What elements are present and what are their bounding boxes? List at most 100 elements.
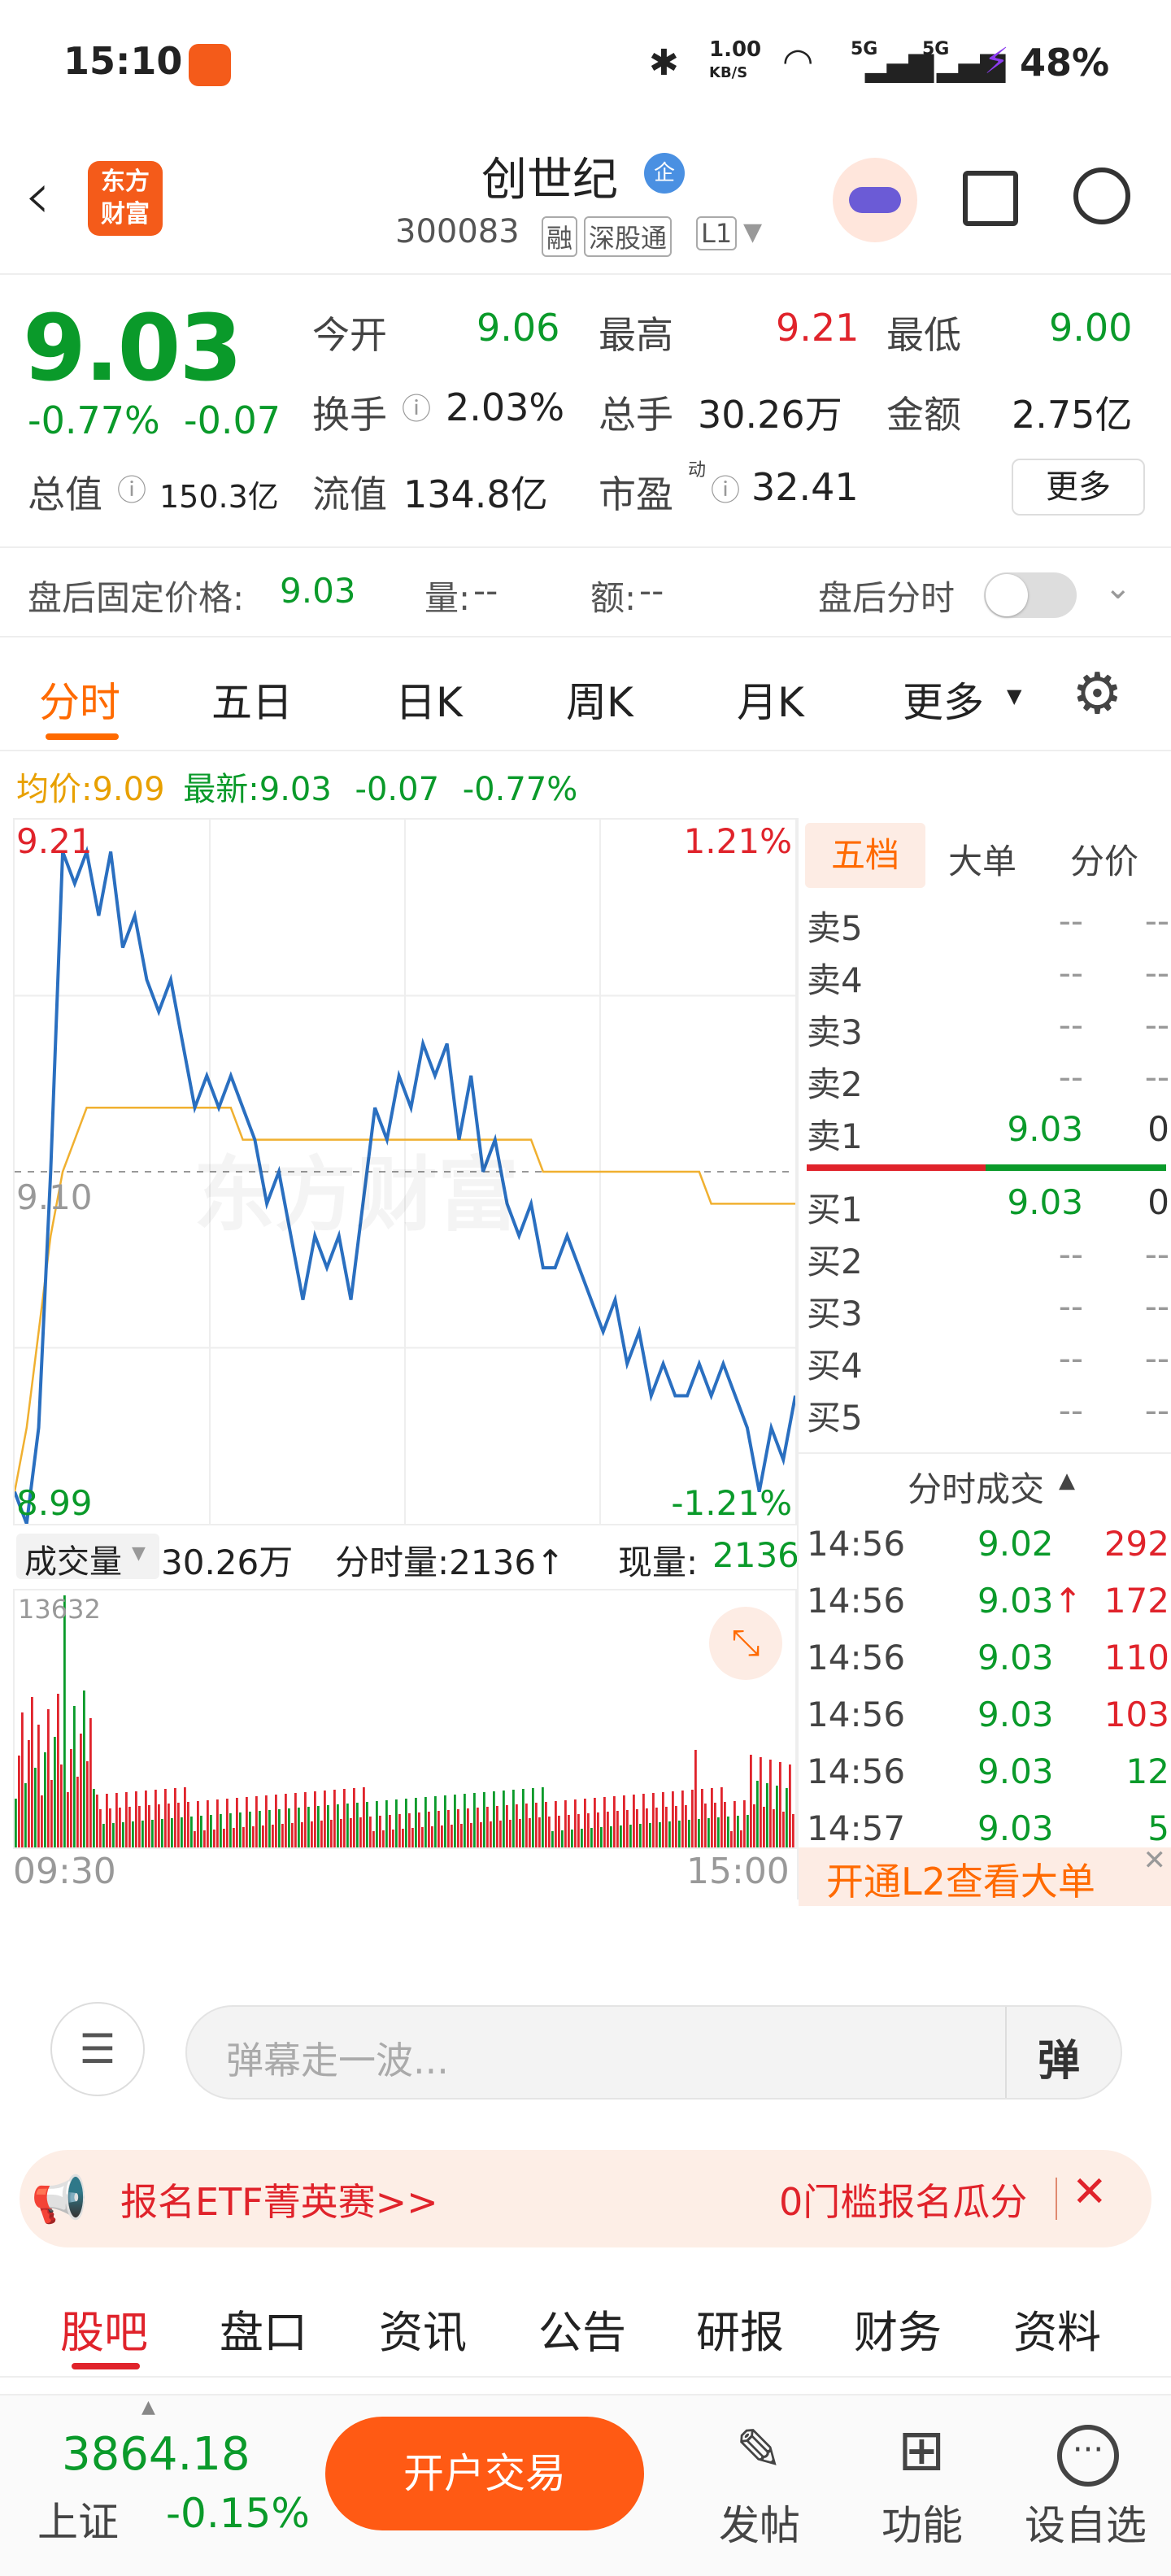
bid-row[interactable]: 买2 -- -- bbox=[799, 1229, 1171, 1281]
open-account-button[interactable]: 开户交易 bbox=[325, 2417, 644, 2530]
tab-price-dist[interactable]: 分价 bbox=[1070, 834, 1138, 884]
more-button[interactable]: 更多 bbox=[1012, 459, 1145, 516]
chevron-down-icon[interactable]: ⌄ bbox=[1104, 569, 1132, 607]
volume-bar bbox=[398, 1814, 401, 1847]
volume-bar bbox=[106, 1794, 108, 1847]
chart-tabs: 分时 五日 日K 周K 月K 更多 ▼ ⚙ bbox=[0, 637, 1171, 751]
edit-icon[interactable]: ✎ bbox=[735, 2417, 783, 2483]
ask-row[interactable]: 卖3 -- -- bbox=[799, 1000, 1171, 1052]
tab-forum[interactable]: 股吧 bbox=[60, 2296, 148, 2361]
ask-row[interactable]: 卖5 -- -- bbox=[799, 896, 1171, 948]
tab-daily-k[interactable]: 日K bbox=[395, 670, 463, 729]
post-button[interactable]: 发帖 bbox=[719, 2493, 800, 2552]
after-hours-toggle[interactable] bbox=[984, 572, 1077, 618]
bid-row[interactable]: 买4 -- -- bbox=[799, 1334, 1171, 1386]
volume-bar bbox=[320, 1821, 323, 1847]
trades-header[interactable]: 分时成交 bbox=[908, 1462, 1044, 1512]
danmu-input-box: 弹幕走一波... 弹 bbox=[185, 2005, 1122, 2100]
volume-bar bbox=[691, 1790, 694, 1847]
volume-bar bbox=[330, 1820, 333, 1847]
gear-icon[interactable]: ⚙ bbox=[1072, 660, 1123, 727]
info-icon[interactable]: ⓘ bbox=[117, 467, 146, 509]
volume-bar bbox=[769, 1760, 772, 1847]
tab-news[interactable]: 资讯 bbox=[379, 2296, 467, 2361]
tick-volume: 分时量:2136↑ bbox=[335, 1543, 565, 1582]
close-icon[interactable]: ✕ bbox=[1072, 2168, 1108, 2217]
info-icon[interactable]: ⓘ bbox=[402, 385, 431, 428]
danmu-input[interactable]: 弹幕走一波... bbox=[226, 2031, 449, 2085]
bid-row[interactable]: 买1 9.03 0 bbox=[799, 1177, 1171, 1229]
chevron-down-icon[interactable]: ▼ bbox=[743, 218, 762, 246]
volume-bar bbox=[581, 1829, 583, 1847]
close-icon[interactable]: ✕ bbox=[1143, 1844, 1167, 1877]
volume-bar bbox=[158, 1804, 160, 1847]
after-hours-amt: -- bbox=[639, 571, 664, 611]
volume-chart-frame[interactable]: 13632 ⤡ bbox=[13, 1589, 797, 1849]
volume-bar bbox=[67, 1792, 69, 1847]
volume-bar bbox=[496, 1806, 498, 1847]
tab-intraday[interactable]: 分时 bbox=[39, 670, 120, 729]
index-value[interactable]: 3864.18 bbox=[62, 2428, 250, 2481]
signal-icon-1: ▂▄▆ bbox=[865, 46, 934, 83]
volume-bar bbox=[343, 1789, 346, 1847]
volume-bar bbox=[493, 1791, 495, 1847]
ask-row[interactable]: 卖1 9.03 0 bbox=[799, 1104, 1171, 1156]
ask-row[interactable]: 卖4 -- -- bbox=[799, 948, 1171, 1000]
tab-weekly-k[interactable]: 周K bbox=[566, 670, 633, 729]
y-axis-bottom: 8.99 bbox=[16, 1483, 93, 1523]
volume-bar bbox=[460, 1824, 463, 1847]
expand-icon[interactable]: ⤡ bbox=[709, 1607, 782, 1680]
divider bbox=[799, 1452, 1171, 1454]
bid-price: 9.03 bbox=[1007, 1182, 1083, 1222]
tab-profile[interactable]: 资料 bbox=[1013, 2296, 1101, 2361]
brand-logo[interactable]: 东方 财富 bbox=[88, 161, 163, 236]
tab-monthly-k[interactable]: 月K bbox=[737, 670, 804, 729]
volume-bar bbox=[626, 1810, 629, 1847]
back-icon[interactable]: ‹ bbox=[24, 158, 50, 233]
volume-bar bbox=[21, 1712, 24, 1847]
tab-five-day[interactable]: 五日 bbox=[211, 670, 293, 729]
bid-row[interactable]: 买5 -- -- bbox=[799, 1386, 1171, 1438]
bid-volume: 0 bbox=[1147, 1182, 1169, 1222]
l2-banner[interactable]: 开通L2查看大单 ✕ bbox=[799, 1844, 1171, 1906]
tab-financials[interactable]: 财务 bbox=[854, 2296, 942, 2361]
volume-bar bbox=[369, 1817, 372, 1847]
tab-five-levels[interactable]: 五档 bbox=[805, 823, 925, 888]
promo-banner[interactable]: 📢 报名ETF菁英赛>> 0门槛报名瓜分 ✕ bbox=[20, 2150, 1151, 2247]
volume-label: 成交量 bbox=[24, 1543, 122, 1581]
search-icon[interactable] bbox=[1073, 168, 1130, 224]
volume-bar bbox=[681, 1791, 684, 1847]
tab-big-orders[interactable]: 大单 bbox=[948, 834, 1016, 884]
share-icon[interactable] bbox=[963, 171, 1018, 226]
danmu-send-button[interactable]: 弹 bbox=[1038, 2026, 1080, 2087]
info-icon[interactable]: ⓘ bbox=[711, 467, 740, 509]
bid-row[interactable]: 买3 -- -- bbox=[799, 1281, 1171, 1334]
tab-handicap[interactable]: 盘口 bbox=[220, 2296, 307, 2361]
volume-bar bbox=[649, 1823, 651, 1847]
net-speed-unit: KB/S bbox=[709, 64, 748, 81]
add-watchlist-button[interactable]: 设自选 bbox=[1025, 2493, 1147, 2552]
trade-price: 9.03 bbox=[977, 1808, 1054, 1848]
more-dots-icon[interactable]: ··· bbox=[1057, 2425, 1119, 2487]
volume-bar bbox=[551, 1831, 554, 1847]
tab-more[interactable]: 更多 bbox=[903, 670, 984, 729]
volume-bar bbox=[385, 1800, 388, 1847]
function-button[interactable]: 功能 bbox=[882, 2493, 963, 2552]
ask-label: 卖4 bbox=[807, 960, 863, 1000]
volume-bar bbox=[93, 1789, 95, 1847]
tab-announcements[interactable]: 公告 bbox=[538, 2296, 626, 2361]
volume-bar bbox=[148, 1805, 150, 1847]
tab-research[interactable]: 研报 bbox=[696, 2296, 784, 2361]
caret-down-icon: ▼ bbox=[132, 1543, 146, 1564]
price-chart-frame[interactable]: 东方财富 9.21 9.10 8.99 1.21% -1.21% bbox=[13, 818, 797, 1525]
volume-bar bbox=[776, 1786, 778, 1847]
volume-bar bbox=[786, 1788, 788, 1847]
volume-bar bbox=[236, 1798, 238, 1847]
ai-assistant-icon[interactable] bbox=[833, 158, 917, 242]
volume-bar bbox=[704, 1804, 707, 1847]
danmu-settings-icon[interactable]: ☰ bbox=[50, 2002, 145, 2096]
volume-bar bbox=[285, 1794, 287, 1847]
bid-levels: 买1 9.03 0 买2 -- -- 买3 -- -- 买4 -- -- 买5 … bbox=[799, 1177, 1171, 1446]
ask-row[interactable]: 卖2 -- -- bbox=[799, 1052, 1171, 1104]
apps-icon[interactable]: ⊞ bbox=[898, 2417, 946, 2483]
